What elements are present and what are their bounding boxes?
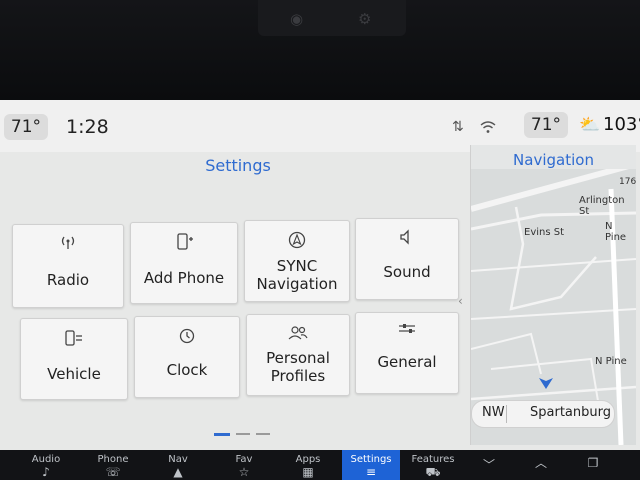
settings-tile-vehicle[interactable]: Vehicle [20,318,128,400]
compass-heading: NW [482,405,505,420]
tile-label: Personal [266,349,330,367]
speaker-icon [356,229,458,249]
settings-tile-clock[interactable]: Clock [134,316,240,398]
tab-fav[interactable]: Fav ☆ [222,450,266,480]
tab-label: Fav [235,454,253,465]
tab-features[interactable]: Features ⛟ [408,450,458,480]
page-dot [236,433,250,435]
climate-up-button[interactable]: ︿ [528,450,554,480]
car-icon: ⛟ [425,465,441,479]
tab-apps[interactable]: Apps ▦ [286,450,330,480]
navigation-icon [245,231,349,253]
phone-icon: ☏ [105,465,121,479]
tile-label: Vehicle [47,365,101,383]
street-label: N Pine [595,356,627,367]
bezel-button-icon: ◉ [290,10,304,28]
tab-label: Features [411,454,455,465]
add-phone-icon [131,233,237,255]
screen-bezel: ◉ ⚙ [0,0,640,100]
split-screen-icon: ❐ [587,456,599,470]
weather-cloud-icon: ⛅ [579,115,601,135]
collapse-chevron-icon[interactable]: ‹ [458,294,463,308]
heading-city-bar: NW Spartanburg [471,400,615,428]
wifi-icon [480,114,496,140]
sliders-icon [356,323,458,341]
climate-down-button[interactable]: ﹀ [476,450,502,480]
tab-phone[interactable]: Phone ☏ [90,450,136,480]
star-icon: ☆ [238,465,250,479]
nav-arrow-icon: ▲ [173,465,183,479]
signal-icon: ⇅ [452,119,464,135]
tile-label: Sound [383,263,431,281]
tab-label: Apps [295,454,321,465]
current-city: Spartanburg [530,405,611,420]
music-icon: ♪ [42,465,50,479]
tab-nav[interactable]: Nav ▲ [156,450,200,480]
settings-tile-add-phone[interactable]: Add Phone [130,222,238,304]
settings-tile-radio[interactable]: Radio [12,224,124,308]
tab-label: Audio [31,454,61,465]
vehicle-icon [21,329,127,351]
tab-label: Settings [350,454,392,465]
sliders-icon: ≡ [365,465,377,479]
navigation-title: Navigation [513,151,594,169]
driver-temp-button[interactable]: 71° [4,114,48,140]
bezel-button-strip: ◉ ⚙ [258,0,406,36]
tile-label: Add Phone [143,269,225,287]
chevron-down-icon: ﹀ [482,458,495,472]
tab-label: Nav [168,454,188,465]
bottom-nav-bar: Audio ♪ Phone ☏ Nav ▲ Fav ☆ Apps ▦ Setti… [0,450,640,480]
settings-tile-general[interactable]: General [355,312,459,394]
tab-label: Phone [97,454,129,465]
tab-settings[interactable]: Settings ≡ [342,450,400,480]
street-label: Arlington St [579,195,625,217]
route-shield: 176 [619,177,636,187]
tile-label: Profiles [270,367,326,385]
divider [506,405,507,423]
settings-tile-sync-navigation[interactable]: SYNC Navigation [244,220,350,302]
navigation-panel[interactable]: Navigation Evins St Arlington St N Pine … [470,145,636,445]
bezel-button-icon: ⚙ [358,10,372,28]
page-dot-active [214,433,230,436]
tile-label: SYNC [276,257,318,275]
passenger-temp-button[interactable]: 71° [524,112,568,138]
tile-label: Radio [46,271,90,289]
tile-label: Clock [166,361,208,379]
settings-tile-personal-profiles[interactable]: Personal Profiles [246,314,350,396]
apps-grid-icon: ▦ [302,465,314,479]
tab-audio[interactable]: Audio ♪ [22,450,70,480]
page-dot [256,433,270,435]
street-label: Evins St [524,227,565,238]
chevron-up-icon: ︿ [534,456,547,470]
street-label: N Pine [605,221,627,243]
settings-tile-sound[interactable]: Sound [355,218,459,300]
radio-antenna-icon [13,235,123,255]
split-screen-button[interactable]: ❐ [580,450,606,480]
tile-label: General [377,353,437,371]
infotainment-screen: 71° 1:28 ⇅ 71° ⛅ 103° Settings Radio Add… [0,100,640,480]
profiles-icon [247,325,349,345]
outside-temperature: 103° [603,114,640,135]
tile-label: Navigation [256,275,338,293]
clock-icon [135,327,239,349]
clock-display: 1:28 [66,116,109,138]
settings-title: Settings [205,156,271,175]
